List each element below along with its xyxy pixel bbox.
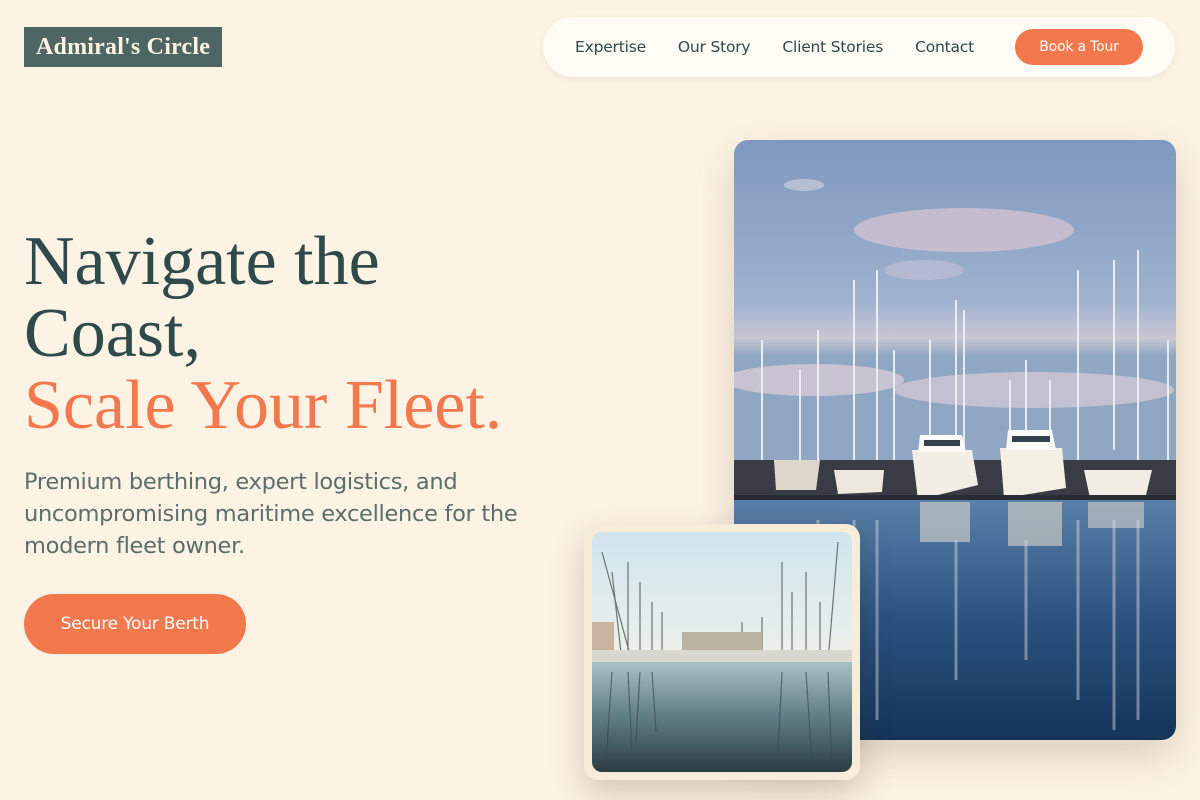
hero-headline: Navigate the Coast, Scale Your Fleet.	[24, 226, 502, 442]
nav-link-contact[interactable]: Contact	[915, 38, 974, 56]
hero-subtext: Premium berthing, expert logistics, and …	[24, 469, 518, 559]
nav-link-client-stories[interactable]: Client Stories	[782, 38, 883, 56]
headline-line-2: Coast,	[24, 295, 201, 372]
top-nav: Expertise Our Story Client Stories Conta…	[543, 17, 1175, 77]
secondary-photo-card	[584, 524, 860, 780]
secure-berth-button[interactable]: Secure Your Berth	[24, 594, 246, 654]
headline-accent: Scale Your Fleet.	[24, 367, 503, 444]
sailboat-harbor-photo	[592, 532, 852, 772]
nav-link-expertise[interactable]: Expertise	[575, 38, 646, 56]
brand-logo[interactable]: Admiral's Circle	[24, 27, 223, 67]
book-tour-button[interactable]: Book a Tour	[1015, 29, 1143, 65]
headline-line-1: Navigate the	[24, 223, 380, 300]
nav-link-our-story[interactable]: Our Story	[678, 38, 751, 56]
